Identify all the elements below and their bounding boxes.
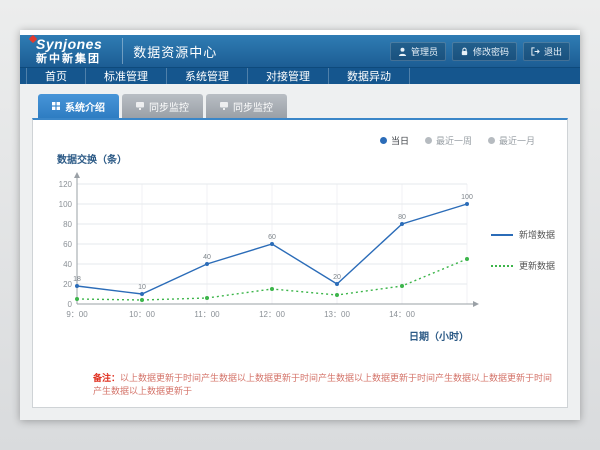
page-title: 数据资源中心 bbox=[133, 42, 217, 61]
app-window: Synjones 新中新集团 数据资源中心 管理员 修改密码 bbox=[20, 30, 580, 420]
svg-text:20: 20 bbox=[333, 274, 341, 281]
svg-text:11：00: 11：00 bbox=[194, 310, 220, 319]
svg-text:80: 80 bbox=[63, 220, 72, 229]
footnote-label: 备注： bbox=[93, 373, 120, 383]
svg-text:18: 18 bbox=[73, 276, 81, 283]
filter-today[interactable]: 当日 bbox=[380, 134, 409, 147]
footnote: 备注：以上数据更新于时间产生数据以上数据更新于时间产生数据以上数据更新于时间产生… bbox=[43, 371, 557, 397]
range-filter-legend: 当日 最近一周 最近一月 bbox=[43, 128, 557, 149]
svg-text:14：00: 14：00 bbox=[389, 310, 415, 319]
dotted-line-icon bbox=[491, 265, 513, 267]
logout-icon bbox=[531, 47, 540, 56]
chart-panel: 当日 最近一周 最近一月 数据交换（条） 0 20 40 60 80 100 120 9：00… bbox=[32, 118, 568, 408]
svg-text:40: 40 bbox=[203, 254, 211, 261]
svg-text:9：00: 9：00 bbox=[66, 310, 88, 319]
svg-text:0: 0 bbox=[68, 300, 73, 309]
svg-text:10: 10 bbox=[138, 284, 146, 291]
monitor-icon bbox=[220, 102, 228, 110]
series-legend: 新增数据 更新数据 bbox=[483, 228, 555, 272]
x-axis-title: 日期（小时） bbox=[43, 328, 557, 343]
content-area: 系统介绍 同步监控 同步监控 bbox=[20, 84, 580, 420]
legend-updated-data[interactable]: 更新数据 bbox=[491, 259, 555, 272]
user-icon bbox=[398, 47, 407, 56]
nav-item-home[interactable]: 首页 bbox=[26, 68, 86, 84]
svg-text:100: 100 bbox=[461, 194, 473, 201]
header-divider bbox=[122, 38, 123, 64]
legend-new-data[interactable]: 新增数据 bbox=[491, 228, 555, 241]
logo-text: Synjones bbox=[36, 37, 102, 51]
legend-dot-icon bbox=[488, 137, 495, 144]
tab-system-intro[interactable]: 系统介绍 bbox=[38, 94, 119, 118]
lock-icon bbox=[460, 47, 469, 56]
svg-text:20: 20 bbox=[63, 280, 72, 289]
filter-last-week[interactable]: 最近一周 bbox=[425, 134, 472, 147]
svg-text:120: 120 bbox=[59, 180, 73, 189]
logo-subtext: 新中新集团 bbox=[36, 54, 102, 65]
monitor-icon bbox=[136, 102, 144, 110]
svg-text:80: 80 bbox=[398, 214, 406, 221]
svg-text:12：00: 12：00 bbox=[259, 310, 285, 319]
svg-text:10：00: 10：00 bbox=[129, 310, 155, 319]
nav-item-standard-management[interactable]: 标准管理 bbox=[86, 68, 167, 84]
line-chart: 0 20 40 60 80 100 120 9：00 10：00 11：00 12：00 13：00 1… bbox=[43, 170, 483, 330]
grid-icon bbox=[52, 102, 60, 110]
desktop-background: Synjones 新中新集团 数据资源中心 管理员 修改密码 bbox=[0, 0, 600, 450]
svg-text:60: 60 bbox=[63, 240, 72, 249]
main-navbar: 首页 标准管理 系统管理 对接管理 数据异动 bbox=[20, 67, 580, 84]
footnote-text: 以上数据更新于时间产生数据以上数据更新于时间产生数据以上数据更新于时间产生数据以… bbox=[93, 373, 552, 396]
tab-sync-monitor-1[interactable]: 同步监控 bbox=[122, 94, 203, 118]
tab-sync-monitor-2[interactable]: 同步监控 bbox=[206, 94, 287, 118]
svg-text:100: 100 bbox=[59, 200, 73, 209]
header-actions: 管理员 修改密码 退出 bbox=[390, 42, 570, 61]
logout-button[interactable]: 退出 bbox=[523, 42, 570, 61]
nav-item-data-changes[interactable]: 数据异动 bbox=[329, 68, 410, 84]
y-axis-title: 数据交换（条） bbox=[43, 149, 557, 170]
filter-last-month[interactable]: 最近一月 bbox=[488, 134, 535, 147]
admin-user-button[interactable]: 管理员 bbox=[390, 42, 446, 61]
svg-text:13：00: 13：00 bbox=[324, 310, 350, 319]
svg-text:60: 60 bbox=[268, 234, 276, 241]
tab-bar: 系统介绍 同步监控 同步监控 bbox=[32, 94, 568, 118]
change-password-button[interactable]: 修改密码 bbox=[452, 42, 517, 61]
solid-line-icon bbox=[491, 234, 513, 236]
legend-dot-icon bbox=[380, 137, 387, 144]
nav-item-system-management[interactable]: 系统管理 bbox=[167, 68, 248, 84]
nav-item-connection-management[interactable]: 对接管理 bbox=[248, 68, 329, 84]
svg-text:40: 40 bbox=[63, 260, 72, 269]
chart-row: 0 20 40 60 80 100 120 9：00 10：00 11：00 12：00 13：00 1… bbox=[43, 170, 557, 330]
app-header: Synjones 新中新集团 数据资源中心 管理员 修改密码 bbox=[20, 35, 580, 67]
legend-dot-icon bbox=[425, 137, 432, 144]
logo: Synjones 新中新集团 bbox=[30, 35, 112, 67]
